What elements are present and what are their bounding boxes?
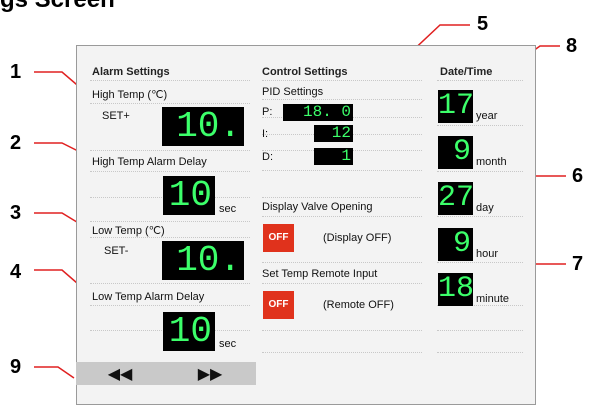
callout-4: 4 [10,261,22,283]
high-temp-setpoint-display[interactable]: 10. 0 [162,107,244,146]
set-plus-label: SET+ [102,110,130,122]
set-minus-label: SET- [104,245,129,257]
remote-input-status: (Remote OFF) [323,299,394,311]
set-temp-remote-input-label: Set Temp Remote Input [262,268,378,280]
hour-display[interactable]: 9 [438,228,473,261]
day-unit: day [476,202,494,214]
p-label: P: [262,106,273,118]
page-navigation-bar: ◀◀ ▶▶ [76,362,256,385]
callout-5: 5 [477,13,489,35]
remote-input-off-button[interactable]: OFF [263,291,294,319]
year-unit: year [476,110,498,122]
valve-opening-status: (Display OFF) [323,232,392,244]
d-label: D: [262,151,273,163]
low-delay-unit: sec [219,338,237,350]
low-temp-setpoint-display[interactable]: 10. 0 [162,241,244,280]
date-time-header: Date/Time [440,66,493,78]
day-display[interactable]: 27 [438,182,473,215]
low-temp-label: Low Temp (℃) [92,225,165,237]
callout-9: 9 [10,356,22,378]
hour-unit: hour [476,248,499,260]
display-valve-opening-label: Display Valve Opening [262,201,373,213]
i-label: I: [262,128,269,140]
valve-opening-off-button[interactable]: OFF [263,224,294,252]
callout-8: 8 [566,35,578,57]
callout-3: 3 [10,202,22,224]
low-temp-alarm-delay-label: Low Temp Alarm Delay [92,291,205,303]
high-delay-unit: sec [219,203,237,215]
month-display[interactable]: 9 [438,136,473,169]
minute-display[interactable]: 18 [438,273,473,306]
high-temp-label: High Temp (℃) [92,89,168,101]
high-temp-alarm-delay-display[interactable]: 10 [163,176,215,215]
year-display[interactable]: 17 [438,90,473,123]
minute-unit: minute [476,293,510,305]
high-temp-alarm-delay-label: High Temp Alarm Delay [92,156,207,168]
callout-7: 7 [572,253,584,275]
callout-6: 6 [572,165,584,187]
pid-i-display[interactable]: 12 [314,125,353,142]
alarm-settings-header: Alarm Settings [92,66,170,78]
low-temp-alarm-delay-display[interactable]: 10 [163,312,215,351]
pid-settings-label: PID Settings [262,86,324,98]
pid-d-display[interactable]: 1 [314,148,353,165]
double-left-arrow-icon[interactable]: ◀◀ [90,362,150,385]
double-right-arrow-icon[interactable]: ▶▶ [180,362,240,385]
callout-1: 1 [10,61,22,83]
month-unit: month [476,156,507,168]
pid-p-display[interactable]: 18. 0 [283,104,353,121]
control-settings-header: Control Settings [262,66,348,78]
callout-2: 2 [10,132,22,154]
